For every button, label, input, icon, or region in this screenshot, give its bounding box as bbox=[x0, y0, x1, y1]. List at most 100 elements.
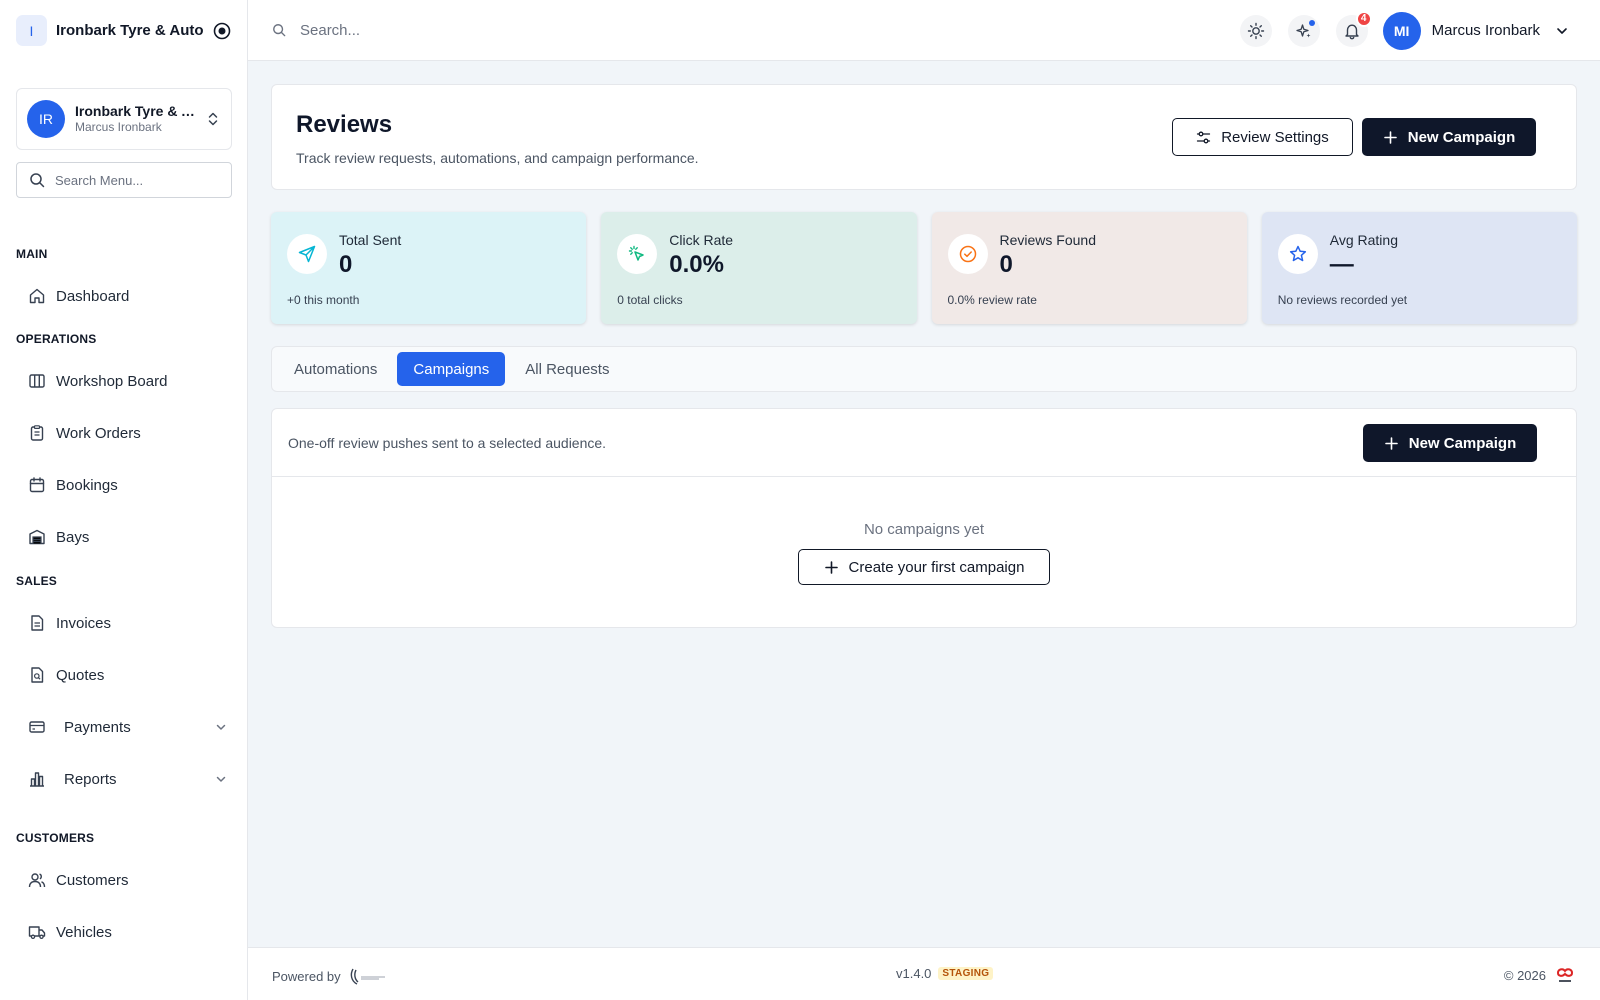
global-search-input[interactable] bbox=[300, 21, 600, 39]
review-settings-button[interactable]: Review Settings bbox=[1172, 118, 1353, 156]
page-description: Track review requests, automations, and … bbox=[296, 150, 699, 166]
brand-name: Ironbark Tyre & Auto bbox=[56, 22, 204, 39]
sidebar-item-payments[interactable]: Payments bbox=[28, 707, 234, 747]
sidebar-item-dashboard[interactable]: Dashboard bbox=[28, 276, 234, 316]
tab-automations[interactable]: Automations bbox=[278, 352, 393, 386]
section-title-main: MAIN bbox=[16, 247, 48, 261]
calendar-icon bbox=[29, 477, 45, 493]
sidebar-item-reports[interactable]: Reports bbox=[28, 759, 234, 799]
org-title: Ironbark Tyre & Auto bbox=[75, 103, 195, 120]
create-first-campaign-button[interactable]: Create your first campaign bbox=[798, 549, 1050, 585]
search-icon bbox=[30, 173, 45, 188]
org-subtitle: Marcus Ironbark bbox=[75, 120, 162, 135]
file-text-icon bbox=[31, 615, 44, 631]
check-circle-icon bbox=[959, 245, 976, 263]
stat-value: — bbox=[1329, 251, 1354, 278]
sidebar-item-bays[interactable]: Bays bbox=[28, 517, 234, 557]
menu-search-input[interactable] bbox=[55, 172, 215, 188]
vendor-logo bbox=[350, 968, 385, 985]
company-logo bbox=[1556, 968, 1574, 982]
app-version: v1.4.0 bbox=[896, 966, 932, 981]
sidebar-item-label: Quotes bbox=[56, 666, 105, 684]
truck-icon bbox=[28, 926, 46, 940]
notifications-count-badge: 4 bbox=[1355, 10, 1372, 27]
review-settings-label: Review Settings bbox=[1221, 128, 1329, 146]
topbar: 4 MI Marcus Ironbark bbox=[248, 0, 1600, 61]
empty-state-text: No campaigns yet bbox=[863, 521, 985, 538]
campaigns-panel-header: One-off review pushes sent to a selected… bbox=[272, 409, 1576, 477]
plus-icon bbox=[1383, 130, 1397, 144]
section-title-customers: CUSTOMERS bbox=[16, 831, 95, 845]
sidebar-item-quotes[interactable]: Quotes bbox=[28, 655, 234, 695]
chevrons-up-down-icon bbox=[208, 112, 218, 126]
sidebar-item-label: Payments bbox=[64, 718, 131, 736]
stat-value: 0 bbox=[339, 251, 353, 278]
new-indicator-dot bbox=[1308, 19, 1315, 26]
notifications-button[interactable]: 4 bbox=[1335, 10, 1372, 47]
stat-label: Reviews Found bbox=[999, 232, 1097, 248]
reviews-tabs: Automations Campaigns All Requests bbox=[271, 346, 1577, 392]
sidebar-item-workshop-board[interactable]: Workshop Board bbox=[28, 361, 234, 401]
org-avatar: IR bbox=[27, 100, 65, 138]
stat-footnote: 0 total clicks bbox=[617, 293, 683, 307]
credit-card-icon bbox=[29, 721, 45, 733]
stat-card-avg-rating: Avg Rating — No reviews recorded yet bbox=[1261, 212, 1577, 324]
sidebar-nav: MAIN Dashboard OPERATIONS Workshop Board… bbox=[0, 230, 248, 952]
section-title-sales: SALES bbox=[16, 574, 58, 588]
user-avatar[interactable]: MI bbox=[1382, 11, 1421, 50]
star-icon bbox=[1289, 245, 1306, 262]
footer: Powered by v1.4.0 STAGING © 2026 bbox=[248, 947, 1600, 1000]
main-content: Reviews Track review requests, automatio… bbox=[248, 61, 1600, 947]
campaigns-panel: One-off review pushes sent to a selected… bbox=[271, 408, 1577, 628]
cursor-click-icon bbox=[629, 245, 644, 261]
sidebar-item-label: Invoices bbox=[56, 614, 112, 632]
page-header-card: Reviews Track review requests, automatio… bbox=[271, 84, 1577, 190]
stat-label: Click Rate bbox=[669, 232, 734, 248]
chevron-down-icon bbox=[216, 776, 226, 782]
sidebar: I Ironbark Tyre & Auto IR Ironbark Tyre … bbox=[0, 0, 248, 1000]
stat-label: Total Sent bbox=[339, 232, 402, 248]
sun-icon bbox=[1247, 22, 1264, 39]
stats-row: Total Sent 0 +0 this month Click Rate 0.… bbox=[271, 212, 1577, 324]
global-search[interactable] bbox=[272, 21, 600, 39]
panel-new-campaign-button[interactable]: New Campaign bbox=[1363, 424, 1537, 462]
tab-all-requests[interactable]: All Requests bbox=[509, 352, 625, 386]
section-title-operations: OPERATIONS bbox=[16, 332, 97, 346]
menu-search[interactable] bbox=[16, 162, 232, 198]
new-campaign-label: New Campaign bbox=[1408, 434, 1517, 452]
stat-footnote: No reviews recorded yet bbox=[1277, 293, 1408, 307]
sidebar-item-label: Vehicles bbox=[56, 923, 112, 941]
sidebar-item-customers[interactable]: Customers bbox=[28, 860, 234, 900]
sidebar-item-vehicles[interactable]: Vehicles bbox=[28, 912, 234, 952]
ai-assistant-button[interactable] bbox=[1287, 14, 1320, 47]
stat-value: 0.0% bbox=[669, 251, 724, 278]
theme-toggle-button[interactable] bbox=[1239, 14, 1272, 47]
plus-icon bbox=[824, 560, 838, 574]
user-name[interactable]: Marcus Ironbark bbox=[1432, 22, 1540, 39]
copyright-text: © 2026 bbox=[1503, 967, 1546, 983]
home-icon bbox=[29, 288, 45, 304]
header-new-campaign-button[interactable]: New Campaign bbox=[1362, 118, 1536, 156]
create-first-campaign-label: Create your first campaign bbox=[848, 558, 1025, 576]
file-search-icon bbox=[31, 667, 44, 683]
stat-card-total-sent: Total Sent 0 +0 this month bbox=[271, 212, 587, 324]
stat-footnote: +0 this month bbox=[287, 293, 360, 307]
sliders-icon bbox=[1197, 131, 1211, 143]
search-icon bbox=[273, 24, 286, 37]
warehouse-icon bbox=[29, 529, 45, 545]
stat-card-reviews-found: Reviews Found 0 0.0% review rate bbox=[931, 212, 1247, 324]
sidebar-item-label: Work Orders bbox=[56, 424, 141, 442]
sidebar-toggle-icon[interactable] bbox=[213, 22, 231, 40]
sidebar-item-work-orders[interactable]: Work Orders bbox=[28, 413, 234, 453]
sidebar-item-label: Reports bbox=[64, 770, 117, 788]
send-icon bbox=[298, 245, 316, 263]
sidebar-item-bookings[interactable]: Bookings bbox=[28, 465, 234, 505]
plus-icon bbox=[1384, 436, 1398, 450]
sidebar-item-invoices[interactable]: Invoices bbox=[28, 603, 234, 643]
tab-campaigns[interactable]: Campaigns bbox=[397, 352, 506, 386]
powered-by-text: Powered by bbox=[272, 968, 341, 984]
org-switcher[interactable]: IR Ironbark Tyre & Auto Marcus Ironbark bbox=[16, 88, 232, 150]
environment-badge: STAGING bbox=[938, 967, 994, 980]
chevron-down-icon[interactable] bbox=[1554, 23, 1570, 39]
sidebar-item-label: Bookings bbox=[56, 476, 118, 494]
